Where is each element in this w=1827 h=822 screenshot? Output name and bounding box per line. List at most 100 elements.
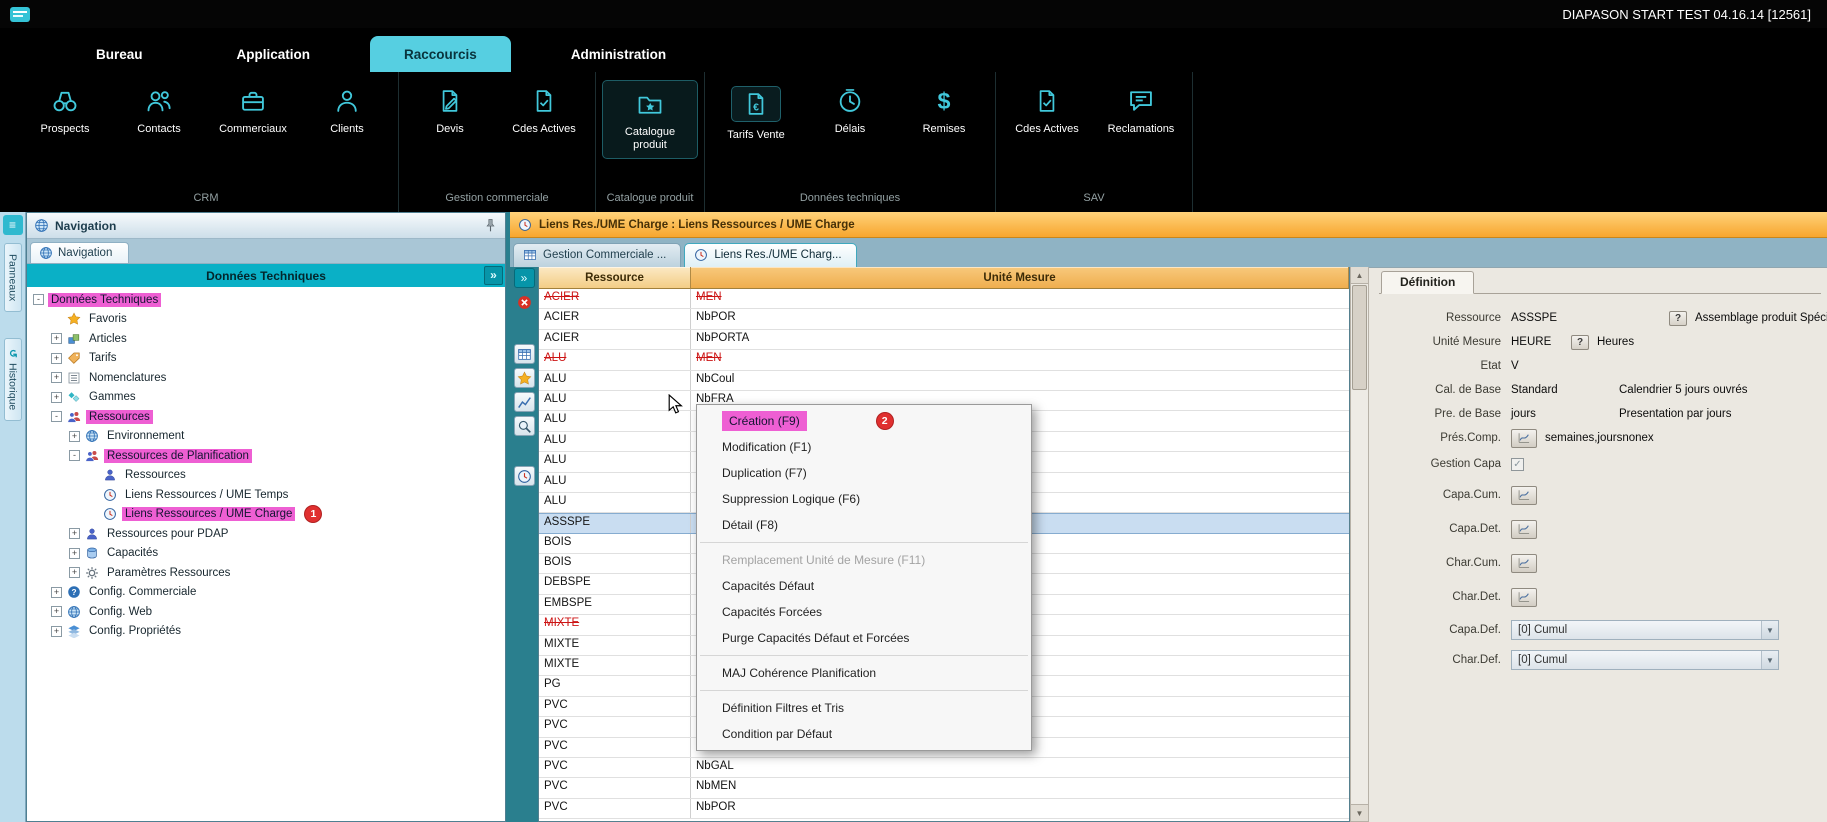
tree-item-config-web[interactable]: +Config. Web [27,602,505,622]
tab-navigation[interactable]: Navigation [30,242,129,263]
chart-button[interactable] [1511,520,1537,539]
table-row[interactable]: PVCNbPOR [539,799,1349,819]
collapse-icon[interactable]: - [33,294,44,305]
checkbox[interactable]: ✓ [1511,458,1524,471]
context-menu-item-duplication-f7[interactable]: Duplication (F7) [697,460,1031,486]
scroll-down-icon[interactable]: ▼ [1351,804,1368,821]
tree-item-liens-ressources-ume-temps[interactable]: Liens Ressources / UME Temps [27,485,505,505]
expand-icon[interactable]: + [51,587,62,598]
tree-item-environnement[interactable]: +Environnement [27,427,505,447]
menu-tab-raccourcis[interactable]: Raccourcis [370,36,511,72]
scrollbar-thumb[interactable] [1352,285,1367,390]
expand-icon[interactable]: + [69,567,80,578]
context-menu-item-capacites-defaut[interactable]: Capacités Défaut [697,573,1031,599]
ribbon-button-remises[interactable]: Remises [897,80,991,136]
tree-item-parametres-ressources[interactable]: +Paramètres Ressources [27,563,505,583]
context-menu-item-maj-coherence-planification[interactable]: MAJ Cohérence Planification [697,660,1031,686]
expand-icon[interactable]: + [51,333,62,344]
tree-item-articles[interactable]: +Articles [27,329,505,349]
dock-panels-icon[interactable]: ≡ [3,215,23,235]
table-row[interactable]: PVCNbMEN [539,778,1349,798]
tree-item-config-commerciale[interactable]: +Config. Commerciale [27,583,505,603]
tab-liens-res-ume-charge[interactable]: Liens Res./UME Charg... [684,243,856,267]
ribbon-button-prospects[interactable]: Prospects [18,80,112,136]
table-row[interactable]: ACIERNbPOR [539,309,1349,329]
tree-item-gammes[interactable]: +Gammes [27,388,505,408]
column-header-ressource[interactable]: Ressource [539,267,691,289]
table-row[interactable]: ACIERMEN [539,289,1349,309]
expand-icon[interactable]: + [69,548,80,559]
tree-item-capacites[interactable]: +Capacités [27,544,505,564]
expand-icon[interactable]: + [51,626,62,637]
expand-icon[interactable]: + [51,372,62,383]
dock-tab-historique[interactable]: ↺Historique [4,338,22,421]
expand-icon[interactable]: + [51,353,62,364]
dropdown[interactable]: [0] Cumul▼ [1511,650,1779,670]
chart-button[interactable] [1511,486,1537,505]
refresh-timer-button[interactable] [514,466,535,486]
context-menu-item-modification-f1[interactable]: Modification (F1) [697,434,1031,460]
column-header-unite-mesure[interactable]: Unité Mesure [691,267,1349,289]
table-row[interactable]: ACIERNbPORTA [539,330,1349,350]
table-row[interactable]: ALUNbCoul [539,371,1349,391]
close-icon[interactable] [514,292,535,312]
ribbon-button-tarifs-vente[interactable]: Tarifs Vente [709,80,803,142]
tree-item-tarifs[interactable]: +Tarifs [27,349,505,369]
ribbon-button-catalogue-produit[interactable]: Catalogue produit [602,80,698,159]
favorites-button[interactable] [514,368,535,388]
help-button[interactable]: ? [1669,311,1687,326]
context-menu-item-definition-filtres-et-tris[interactable]: Définition Filtres et Tris [697,695,1031,721]
ribbon-button-devis[interactable]: Devis [403,80,497,136]
dropdown[interactable]: [0] Cumul▼ [1511,620,1779,640]
ribbon-button-delais[interactable]: Délais [803,80,897,136]
tree-item-ressources[interactable]: -Ressources [27,407,505,427]
tree-item-favoris[interactable]: Favoris [27,310,505,330]
context-menu-item-suppression-logique-f6[interactable]: Suppression Logique (F6) [697,486,1031,512]
collapse-panel-button[interactable]: » [514,268,535,288]
context-menu-item-condition-par-defaut[interactable]: Condition par Défaut [697,721,1031,747]
chart-button[interactable] [1511,588,1537,607]
search-button[interactable] [514,416,535,436]
tab-definition[interactable]: Définition [1381,271,1474,294]
expand-icon[interactable]: + [69,528,80,539]
context-menu-item-detail-f8[interactable]: Détail (F8) [697,512,1031,538]
tab-gestion-commerciale[interactable]: Gestion Commerciale ... [513,243,681,267]
ribbon-button-cdes-actives[interactable]: Cdes Actives [1000,80,1094,136]
expand-icon[interactable]: + [51,392,62,403]
collapse-icon[interactable]: - [69,450,80,461]
pin-icon[interactable] [483,218,498,233]
tree-item-ressources-de-planification[interactable]: -Ressources de Planification [27,446,505,466]
ribbon-button-contacts[interactable]: Contacts [112,80,206,136]
tree-item-liens-ressources-ume-charge[interactable]: Liens Ressources / UME Charge1 [27,505,505,525]
table-row[interactable]: PVCNbGAL [539,758,1349,778]
chart-button[interactable] [1511,429,1537,448]
ribbon-button-cdes-actives[interactable]: Cdes Actives [497,80,591,136]
context-menu-item-capacites-forcees[interactable]: Capacités Forcées [697,599,1031,625]
expand-icon[interactable]: + [69,431,80,442]
tree-item-ressources-pour-pdap[interactable]: +Ressources pour PDAP [27,524,505,544]
context-menu-item-purge-capacites-defaut-et-forcees[interactable]: Purge Capacités Défaut et Forcées [697,625,1031,651]
menu-tab-application[interactable]: Application [203,36,345,72]
tree-item-donnees-techniques[interactable]: -Données Techniques [27,290,505,310]
tree-item-config-proprietes[interactable]: +Config. Propriétés [27,622,505,642]
context-menu-item-creation-f9[interactable]: Création (F9)2 [697,408,1031,434]
ribbon-button-commerciaux[interactable]: Commerciaux [206,80,300,136]
tree-item-nomenclatures[interactable]: +Nomenclatures [27,368,505,388]
grid-view-button[interactable] [514,344,535,364]
tree-item-ressources[interactable]: Ressources [27,466,505,486]
menu-tab-administration[interactable]: Administration [537,36,700,72]
scroll-up-icon[interactable]: ▲ [1351,267,1368,284]
table-row[interactable]: ALUMEN [539,350,1349,370]
ribbon-button-clients[interactable]: Clients [300,80,394,136]
chart-button[interactable] [1511,554,1537,573]
collapse-tree-button[interactable]: » [484,266,503,285]
menu-tab-bureau[interactable]: Bureau [62,36,177,72]
ribbon-button-reclamations[interactable]: Reclamations [1094,80,1188,136]
vertical-scrollbar[interactable]: ▲ ▼ [1350,267,1369,822]
dock-tab-panneaux[interactable]: Panneaux [4,243,22,312]
chart-view-button[interactable] [514,392,535,412]
collapse-icon[interactable]: - [51,411,62,422]
expand-icon[interactable]: + [51,606,62,617]
help-button[interactable]: ? [1571,335,1589,350]
scrollbar-track[interactable] [1351,391,1368,804]
